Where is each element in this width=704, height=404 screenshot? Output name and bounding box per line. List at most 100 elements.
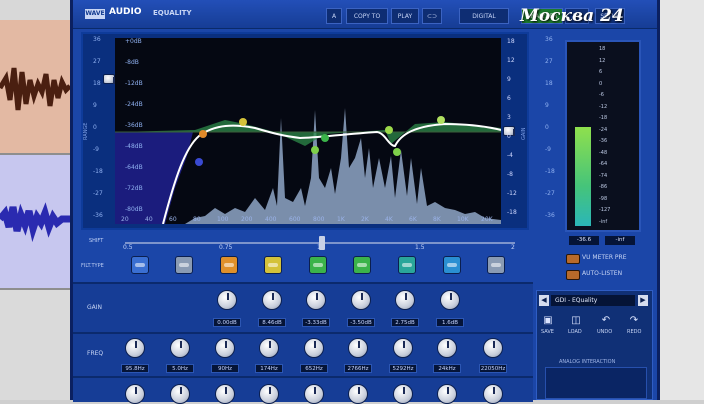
- filter-type-button-1[interactable]: [131, 256, 149, 274]
- freq-knob-1[interactable]: [125, 338, 145, 358]
- q-knob-4[interactable]: [259, 384, 279, 404]
- audio-track-lane-1[interactable]: [0, 20, 72, 155]
- gain-value-4[interactable]: -3.50dB: [347, 318, 375, 327]
- freq-knob-7[interactable]: [393, 338, 413, 358]
- preset-prev-button[interactable]: ◀: [539, 295, 549, 306]
- q-knob-8[interactable]: [437, 384, 457, 404]
- freq-value-1[interactable]: 95.8Hz: [121, 364, 149, 373]
- freq-tick: 1K: [337, 216, 345, 223]
- audio-track-lane-3[interactable]: [0, 290, 70, 400]
- band-node-3[interactable]: [239, 118, 247, 126]
- output-meter: 18 12 6 0 -6 -12 -18 -24 -36 -48 -64 -74 -86 -98 -127 -…: [565, 40, 641, 232]
- q-knob-7[interactable]: [393, 384, 413, 404]
- freq-knob-2[interactable]: [170, 338, 190, 358]
- filter-type-button-6[interactable]: [353, 256, 371, 274]
- gain-value-1[interactable]: 0.00dB: [213, 318, 241, 327]
- preset-name-field[interactable]: GDI - EQuality: [551, 295, 635, 306]
- undo-button-label[interactable]: UNDO: [597, 329, 612, 335]
- freq-value-4[interactable]: 174Hz: [255, 364, 283, 373]
- gain-value-6[interactable]: 1.6dB: [436, 318, 464, 327]
- q-knob-5[interactable]: [304, 384, 324, 404]
- save-icon[interactable]: ▣: [541, 315, 555, 326]
- meter-tick: 6: [599, 69, 603, 75]
- band-node-5[interactable]: [321, 134, 329, 142]
- db-tick: -48dB: [125, 143, 143, 150]
- freq-tick: 100: [217, 216, 229, 223]
- gain-tick: 6: [507, 95, 511, 102]
- filter-shape-icon: [447, 263, 457, 267]
- row-divider: [73, 332, 533, 334]
- filter-shape-icon: [224, 263, 234, 267]
- filter-type-button-2[interactable]: [175, 256, 193, 274]
- audio-track-lane-2[interactable]: [0, 155, 70, 290]
- band-node-8[interactable]: [437, 116, 445, 124]
- link-toggle-button[interactable]: ⊂⊃: [422, 8, 442, 24]
- range-caption: RANGE: [83, 122, 89, 140]
- freq-value-2[interactable]: 5.0Hz: [166, 364, 194, 373]
- q-knob-3[interactable]: [215, 384, 235, 404]
- band-node-6[interactable]: [385, 126, 393, 134]
- freq-value-5[interactable]: 652Hz: [300, 364, 328, 373]
- gain-value-2[interactable]: 8.46dB: [258, 318, 286, 327]
- freq-knob-4[interactable]: [259, 338, 279, 358]
- gain-value-5[interactable]: 2.75dB: [391, 318, 419, 327]
- meter-peak-readout[interactable]: -36.6: [569, 236, 599, 245]
- load-icon[interactable]: ◫: [569, 315, 583, 326]
- q-knob-1[interactable]: [125, 384, 145, 404]
- analog-interaction-panel[interactable]: [545, 367, 647, 399]
- freq-knob-5[interactable]: [304, 338, 324, 358]
- eq-curve-display[interactable]: [115, 38, 501, 224]
- freq-knob-6[interactable]: [348, 338, 368, 358]
- output-gain-tick: -36: [545, 212, 555, 219]
- filter-type-button-7[interactable]: [398, 256, 416, 274]
- gain-knob-1[interactable]: [217, 290, 237, 310]
- range-handle[interactable]: [103, 74, 115, 84]
- band-node-2[interactable]: [199, 130, 207, 138]
- filter-type-button-8[interactable]: [443, 256, 461, 274]
- q-knob-6[interactable]: [348, 384, 368, 404]
- freq-knob-8[interactable]: [437, 338, 457, 358]
- freq-value-9[interactable]: 22050Hz: [479, 364, 507, 373]
- filter-type-button-9[interactable]: [487, 256, 505, 274]
- freq-value-6[interactable]: 2766Hz: [344, 364, 372, 373]
- gain-tick: 0: [507, 133, 511, 140]
- meter-tick: -48: [599, 149, 608, 156]
- undo-icon[interactable]: ↶: [599, 315, 613, 326]
- auto-listen-toggle[interactable]: [566, 270, 580, 280]
- filter-type-button-4[interactable]: [264, 256, 282, 274]
- vu-meter-pre-toggle[interactable]: [566, 254, 580, 264]
- load-button-label[interactable]: LOAD: [568, 329, 582, 335]
- band-node-4[interactable]: [311, 146, 319, 154]
- q-knob-9[interactable]: [483, 384, 503, 404]
- gain-knob-5[interactable]: [395, 290, 415, 310]
- waveform-1: [0, 67, 72, 111]
- gain-value-3[interactable]: -3.33dB: [302, 318, 330, 327]
- save-button-label[interactable]: SAVE: [541, 329, 554, 335]
- freq-knob-3[interactable]: [215, 338, 235, 358]
- digital-button[interactable]: DIGITAL: [459, 8, 509, 24]
- redo-button-label[interactable]: REDO: [627, 329, 641, 335]
- gain-knob-3[interactable]: [306, 290, 326, 310]
- shift-tick: 1.5: [415, 244, 425, 251]
- freq-knob-9[interactable]: [483, 338, 503, 358]
- band-node-7[interactable]: [393, 148, 401, 156]
- play-button[interactable]: PLAY: [391, 8, 419, 24]
- filter-type-button-5[interactable]: [309, 256, 327, 274]
- gain-knob-6[interactable]: [440, 290, 460, 310]
- output-gain-tick: 18: [545, 80, 553, 87]
- gain-knob-2[interactable]: [262, 290, 282, 310]
- eq-graph[interactable]: [115, 38, 501, 224]
- freq-value-3[interactable]: 90Hz: [211, 364, 239, 373]
- gain-tick: 9: [507, 76, 511, 83]
- freq-value-7[interactable]: 5292Hz: [389, 364, 417, 373]
- filter-type-button-3[interactable]: [220, 256, 238, 274]
- redo-icon[interactable]: ↷: [627, 315, 641, 326]
- copy-to-button[interactable]: COPY TO: [346, 8, 388, 24]
- freq-value-8[interactable]: 24kHz: [433, 364, 461, 373]
- band-node-1[interactable]: [195, 158, 203, 166]
- gain-knob-4[interactable]: [351, 290, 371, 310]
- preset-next-button[interactable]: ▶: [638, 295, 648, 306]
- meter-rms-readout[interactable]: -inf: [605, 236, 635, 245]
- q-knob-2[interactable]: [170, 384, 190, 404]
- ab-toggle-button[interactable]: A: [326, 8, 342, 24]
